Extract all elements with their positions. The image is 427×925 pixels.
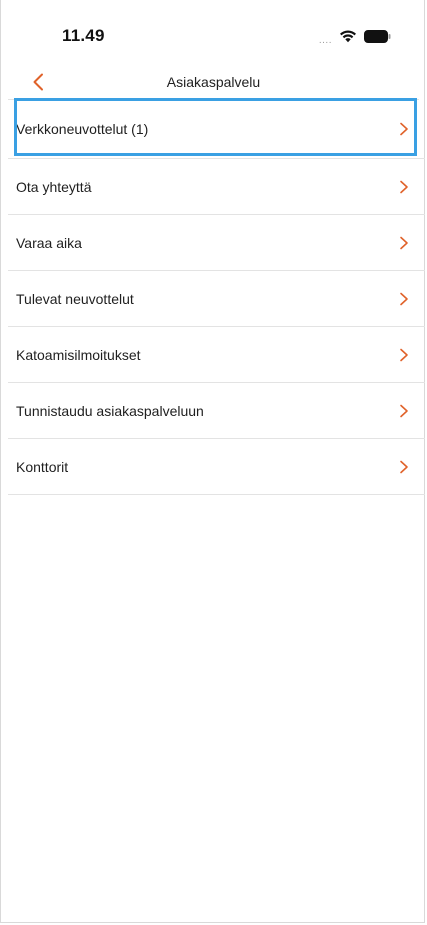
menu-item-tulevat-neuvottelut[interactable]: Tulevat neuvottelut (8, 271, 425, 327)
status-icons: .... (319, 29, 391, 48)
chevron-right-icon (400, 460, 408, 473)
signal-icon: .... (318, 34, 332, 46)
menu-item-label: Verkkoneuvottelut (1) (16, 121, 149, 137)
status-bar: 11.49 .... (0, 0, 427, 70)
menu-item-ota-yhteytta[interactable]: Ota yhteyttä (8, 159, 425, 215)
menu-item-label: Konttorit (16, 458, 69, 475)
menu-list: Verkkoneuvottelut (1) Ota yhteyttä Varaa… (8, 98, 425, 495)
chevron-right-icon (400, 122, 408, 136)
menu-item-label: Ota yhteyttä (16, 178, 92, 195)
page-title: Asiakaspalvelu (166, 74, 261, 90)
chevron-right-icon (400, 348, 408, 361)
menu-item-konttorit[interactable]: Konttorit (8, 439, 425, 495)
battery-icon (364, 29, 391, 48)
menu-item-label: Varaa aika (16, 234, 82, 251)
status-time: 11.49 (62, 26, 105, 45)
menu-item-varaa-aika[interactable]: Varaa aika (8, 215, 425, 271)
menu-item-label: Tulevat neuvottelut (16, 290, 134, 307)
chevron-right-icon (400, 404, 408, 417)
menu-item-tunnistaudu-asiakaspalveluun[interactable]: Tunnistaudu asiakaspalveluun (8, 383, 425, 439)
menu-item-label: Tunnistaudu asiakaspalveluun (16, 402, 204, 419)
navigation-bar: Asiakaspalvelu (0, 68, 427, 98)
menu-item-verkkoneuvottelut[interactable]: Verkkoneuvottelut (1) (8, 98, 425, 159)
menu-item-label: Katoamisilmoitukset (16, 346, 141, 363)
chevron-right-icon (400, 292, 408, 305)
menu-item-katoamisilmoitukset[interactable]: Katoamisilmoitukset (8, 327, 425, 383)
chevron-right-icon (400, 180, 408, 193)
wifi-icon (339, 29, 357, 48)
chevron-right-icon (400, 236, 408, 249)
